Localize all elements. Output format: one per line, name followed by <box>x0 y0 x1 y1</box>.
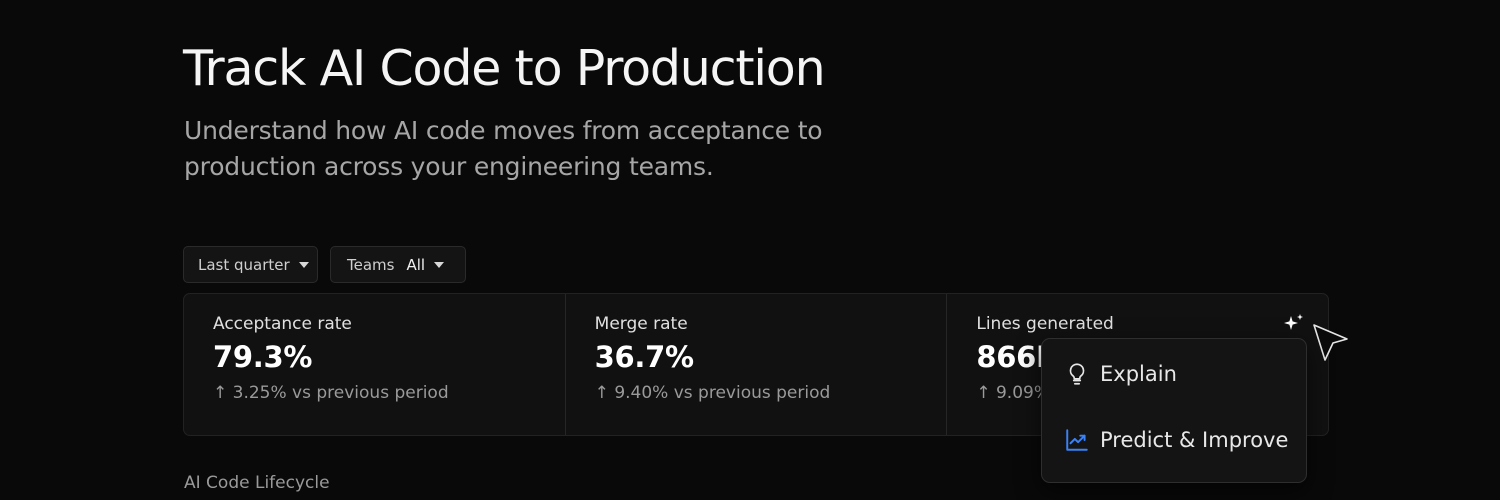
lightbulb-icon <box>1069 363 1085 385</box>
metric-value: 36.7% <box>594 340 694 374</box>
metric-label: Lines generated <box>976 314 1114 334</box>
menu-item-explain[interactable]: Explain <box>1064 361 1177 387</box>
metric-change: ↑ 9.40% vs previous period <box>594 383 831 403</box>
menu-item-label: Predict & Improve <box>1100 428 1289 452</box>
page-title: Track AI Code to Production <box>183 40 826 97</box>
period-filter-dropdown[interactable]: Last quarter <box>183 246 318 283</box>
metric-label: Merge rate <box>594 314 688 334</box>
page-subtitle: Understand how AI code moves from accept… <box>184 116 823 181</box>
ai-actions-popover: Explain Predict & Improve <box>1041 338 1307 483</box>
metric-label: Acceptance rate <box>213 314 352 334</box>
mouse-cursor-icon <box>1313 324 1348 361</box>
section-heading: AI Code Lifecycle <box>184 473 330 493</box>
chevron-down-icon <box>298 261 309 268</box>
menu-item-predict-improve[interactable]: Predict & Improve <box>1064 427 1288 453</box>
metric-acceptance-rate: Acceptance rate 79.3% ↑ 3.25% vs previou… <box>184 294 565 435</box>
metric-merge-rate: Merge rate 36.7% ↑ 9.40% vs previous per… <box>564 294 947 435</box>
metric-change: ↑ 3.25% vs previous period <box>213 383 449 403</box>
teams-filter-value: All <box>406 255 426 274</box>
teams-filter-label: Teams <box>347 255 395 274</box>
trending-up-icon <box>1066 429 1088 451</box>
teams-filter-dropdown[interactable]: Teams All <box>330 246 466 283</box>
ai-sparkle-icon[interactable] <box>1282 312 1306 336</box>
chevron-down-icon <box>434 261 445 268</box>
menu-item-label: Explain <box>1100 362 1177 386</box>
metric-value: 79.3% <box>213 340 313 374</box>
period-filter-value: Last quarter <box>198 255 290 274</box>
